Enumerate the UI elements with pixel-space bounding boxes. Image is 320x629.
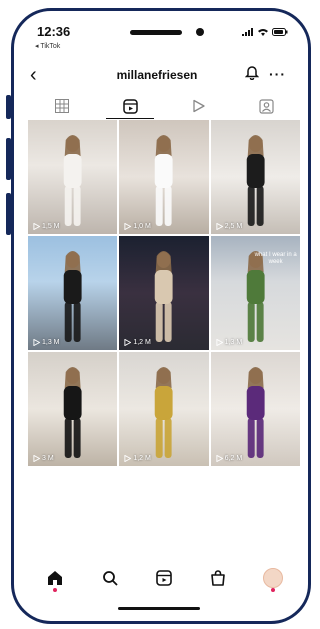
reel-preview-image bbox=[63, 367, 82, 458]
view-count-label: 1,2 M bbox=[133, 455, 151, 462]
reels-icon bbox=[122, 98, 138, 114]
avatar bbox=[262, 568, 283, 588]
view-count: 1,3 M bbox=[216, 339, 243, 346]
play-icon bbox=[192, 99, 205, 113]
reel-thumbnail[interactable]: 6,2 M bbox=[210, 352, 300, 466]
play-icon bbox=[124, 339, 132, 346]
reel-preview-image bbox=[63, 251, 82, 342]
tagged-person-icon bbox=[258, 98, 274, 114]
reel-thumbnail[interactable]: 1,2 M bbox=[119, 352, 209, 466]
profile-tabs bbox=[28, 95, 300, 119]
status-time: 12:36 bbox=[37, 24, 71, 39]
play-icon bbox=[216, 455, 223, 462]
reel-thumbnail[interactable]: 3 M bbox=[28, 352, 118, 466]
reel-preview-image bbox=[63, 135, 82, 226]
nav-profile[interactable] bbox=[258, 564, 288, 592]
play-icon bbox=[33, 223, 40, 230]
nav-shop[interactable] bbox=[203, 564, 233, 592]
view-count: 6,2 M bbox=[216, 455, 243, 462]
battery-icon bbox=[272, 28, 288, 36]
search-icon bbox=[102, 571, 118, 586]
tab-tagged[interactable] bbox=[232, 95, 300, 117]
bottom-navigation bbox=[28, 563, 300, 593]
view-count-label: 3 M bbox=[42, 455, 54, 462]
status-bar: 12:36 ◂ TikTok bbox=[0, 20, 314, 56]
reel-preview-image bbox=[155, 367, 173, 458]
nav-search[interactable] bbox=[95, 564, 125, 592]
wifi-icon bbox=[258, 29, 268, 36]
reels-grid: 1,5 M 1,0 M 2,5 M 1,3 M 1,2 M what I wear in … bbox=[28, 120, 300, 466]
view-count-label: 1,0 M bbox=[133, 223, 151, 230]
signal-icon bbox=[242, 28, 253, 36]
more-options-button[interactable]: ··· bbox=[269, 62, 286, 86]
play-icon bbox=[216, 339, 223, 346]
camera-dot bbox=[196, 28, 204, 36]
view-count: 1,0 M bbox=[124, 223, 151, 230]
view-count: 3 M bbox=[33, 455, 54, 462]
reel-thumbnail[interactable]: 2,5 M bbox=[210, 120, 300, 234]
play-icon bbox=[124, 455, 132, 462]
reel-thumbnail[interactable]: 1,0 M bbox=[119, 120, 209, 234]
nav-home[interactable] bbox=[40, 564, 70, 592]
tab-video[interactable] bbox=[164, 95, 232, 117]
view-count: 1,3 M bbox=[33, 339, 60, 346]
view-count: 1,2 M bbox=[124, 455, 151, 462]
play-icon bbox=[124, 223, 132, 230]
reel-thumbnail[interactable]: what I wear in a week 1,3 M bbox=[210, 236, 300, 350]
notification-dot bbox=[53, 588, 58, 592]
reel-thumbnail[interactable]: 1,2 M bbox=[119, 236, 209, 350]
reel-overlay-caption: what I wear in a week bbox=[254, 252, 297, 265]
view-count-label: 1,3 M bbox=[42, 339, 60, 346]
reel-preview-image bbox=[246, 367, 265, 458]
tab-grid[interactable] bbox=[28, 95, 96, 117]
view-count-label: 1,5 M bbox=[42, 223, 60, 230]
view-count: 1,2 M bbox=[124, 339, 151, 346]
view-count-label: 2,5 M bbox=[224, 223, 243, 230]
tab-reels[interactable] bbox=[96, 95, 164, 119]
view-count-label: 1,2 M bbox=[133, 339, 151, 346]
view-count-label: 1,3 M bbox=[224, 339, 243, 346]
view-count: 2,5 M bbox=[216, 223, 243, 230]
reel-preview-image bbox=[246, 135, 265, 226]
reel-thumbnail[interactable]: 1,3 M bbox=[28, 236, 118, 350]
home-indicator bbox=[118, 607, 200, 610]
view-count: 1,5 M bbox=[33, 223, 60, 230]
reels-icon bbox=[156, 570, 172, 586]
dynamic-island bbox=[130, 30, 182, 35]
bell-icon[interactable] bbox=[244, 64, 260, 85]
reel-preview-image bbox=[155, 251, 173, 342]
view-count-label: 6,2 M bbox=[224, 455, 243, 462]
grid-icon bbox=[55, 99, 69, 113]
home-icon bbox=[48, 571, 63, 585]
back-to-app-link[interactable]: ◂ TikTok bbox=[35, 42, 60, 50]
play-icon bbox=[33, 339, 40, 346]
play-icon bbox=[216, 223, 223, 230]
nav-reels[interactable] bbox=[149, 564, 179, 592]
shopping-bag-icon bbox=[211, 570, 226, 586]
profile-header: ‹ millanefriesen ··· bbox=[0, 62, 314, 90]
play-icon bbox=[33, 455, 40, 462]
status-icons bbox=[242, 28, 288, 36]
reel-preview-image bbox=[155, 135, 173, 226]
notification-dot bbox=[270, 588, 275, 592]
reel-thumbnail[interactable]: 1,5 M bbox=[28, 120, 118, 234]
profile-username: millanefriesen bbox=[116, 68, 198, 82]
